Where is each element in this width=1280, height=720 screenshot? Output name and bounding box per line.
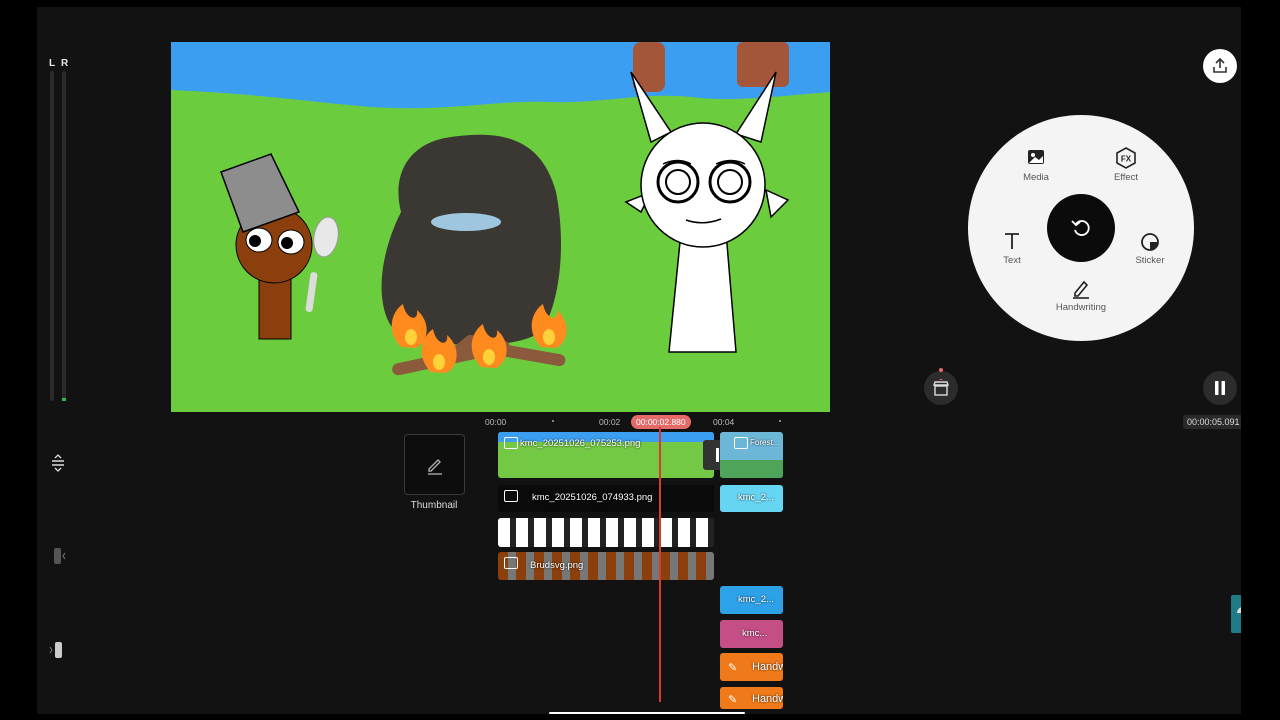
- right-clip-2-name: kmc_2...: [738, 492, 774, 503]
- right-clip-3-name: kmc_2...: [738, 594, 774, 605]
- right-clip-4-name: kmc...: [742, 628, 768, 639]
- handwriting-clip-2-name: Handw: [752, 693, 783, 705]
- video-editor-app: L R Media FX Effect Text Sticker Handwri…: [37, 7, 1241, 714]
- add-element-radial-menu: Media FX Effect Text Sticker Handwriting: [968, 115, 1194, 341]
- image-icon: [996, 147, 1076, 169]
- ruler-dot: [779, 420, 781, 422]
- text-button[interactable]: Text: [972, 230, 1052, 266]
- panel-handle-icon: [49, 642, 62, 658]
- pen-icon: ✎: [728, 694, 738, 706]
- right-clip-4[interactable]: kmc...: [720, 620, 783, 648]
- undo-button[interactable]: [1047, 194, 1115, 262]
- image-clip-icon: [504, 437, 518, 449]
- export-button[interactable]: [1203, 49, 1237, 83]
- ruler-dot: [552, 420, 554, 422]
- meter-right-label: R: [61, 58, 69, 69]
- image-clip-icon: [504, 557, 518, 569]
- pot-clip-name: kmc_20251026_074933.png: [532, 492, 653, 503]
- text-icon: [972, 230, 1052, 252]
- thumbnail-label: Thumbnail: [410, 500, 458, 511]
- handwriting-button[interactable]: Handwriting: [1041, 277, 1121, 313]
- brud-clip[interactable]: Brudsvg.png: [498, 552, 714, 580]
- handwriting-clip-2[interactable]: ✎ Handw: [720, 687, 783, 709]
- sticker-icon: [1110, 230, 1190, 252]
- undo-icon: [1071, 220, 1090, 236]
- side-panel-handle-2[interactable]: [49, 640, 69, 665]
- right-clip-3[interactable]: kmc_2...: [720, 586, 783, 614]
- svg-text:FX: FX: [1121, 155, 1132, 164]
- playhead[interactable]: [659, 427, 661, 702]
- right-clip-1-name: Forest...: [750, 438, 780, 447]
- ruler-mark-2: 00:04: [713, 417, 735, 427]
- media-label: Media: [1023, 172, 1049, 183]
- handwriting-clip-1[interactable]: ✎ Handw: [720, 653, 783, 681]
- cat-clip[interactable]: [498, 518, 714, 547]
- media-button[interactable]: Media: [996, 147, 1076, 183]
- video-preview[interactable]: [171, 42, 830, 412]
- notification-dot: [939, 368, 943, 372]
- right-clip-1[interactable]: Forest...: [720, 432, 783, 478]
- pen-icon: [1041, 277, 1121, 299]
- pause-icon: [1215, 381, 1225, 395]
- pot-clip[interactable]: kmc_20251026_074933.png: [498, 485, 714, 512]
- image-clip-icon: [504, 490, 518, 502]
- collapse-icon: [52, 454, 64, 472]
- audio-meter-right: [62, 71, 66, 401]
- meter-left-label: L: [49, 58, 56, 69]
- shop-icon: [933, 379, 949, 396]
- thumbnail-button[interactable]: [404, 434, 465, 495]
- mushroom-icon: [1237, 607, 1241, 613]
- text-label: Text: [1003, 255, 1021, 266]
- fx-icon: FX: [1086, 147, 1166, 169]
- ruler-mark-1: 00:02: [599, 417, 621, 427]
- ruler-mark-0: 00:00: [485, 417, 507, 427]
- effect-button[interactable]: FX Effect: [1086, 147, 1166, 183]
- sticker-button[interactable]: Sticker: [1110, 230, 1190, 266]
- handwriting-label: Handwriting: [1055, 302, 1107, 313]
- floating-app-icon[interactable]: [1231, 595, 1241, 633]
- handwriting-clip-1-name: Handw: [752, 661, 783, 673]
- panel-handle-icon: [54, 548, 66, 564]
- total-duration: 00:00:05.091: [1183, 415, 1241, 429]
- track-height-toggle[interactable]: [49, 453, 67, 478]
- sticker-label: Sticker: [1135, 255, 1165, 266]
- edit-icon: [427, 458, 442, 475]
- side-panel-handle-1[interactable]: [49, 546, 69, 571]
- home-indicator: [549, 712, 745, 714]
- pause-button[interactable]: [1203, 371, 1237, 405]
- image-clip-icon: [734, 437, 748, 449]
- share-icon: [1213, 57, 1227, 73]
- audio-meter-left: [50, 71, 54, 401]
- brud-clip-name: Brudsvg.png: [530, 560, 584, 571]
- bg-clip-name: kmc_20251026_075253.png: [520, 438, 641, 449]
- right-clip-2[interactable]: kmc_2...: [720, 485, 783, 512]
- bg-clip[interactable]: kmc_20251026_075253.png: [498, 432, 714, 478]
- effect-label: Effect: [1113, 172, 1139, 183]
- pen-icon: ✎: [728, 662, 738, 674]
- store-button[interactable]: [924, 368, 958, 405]
